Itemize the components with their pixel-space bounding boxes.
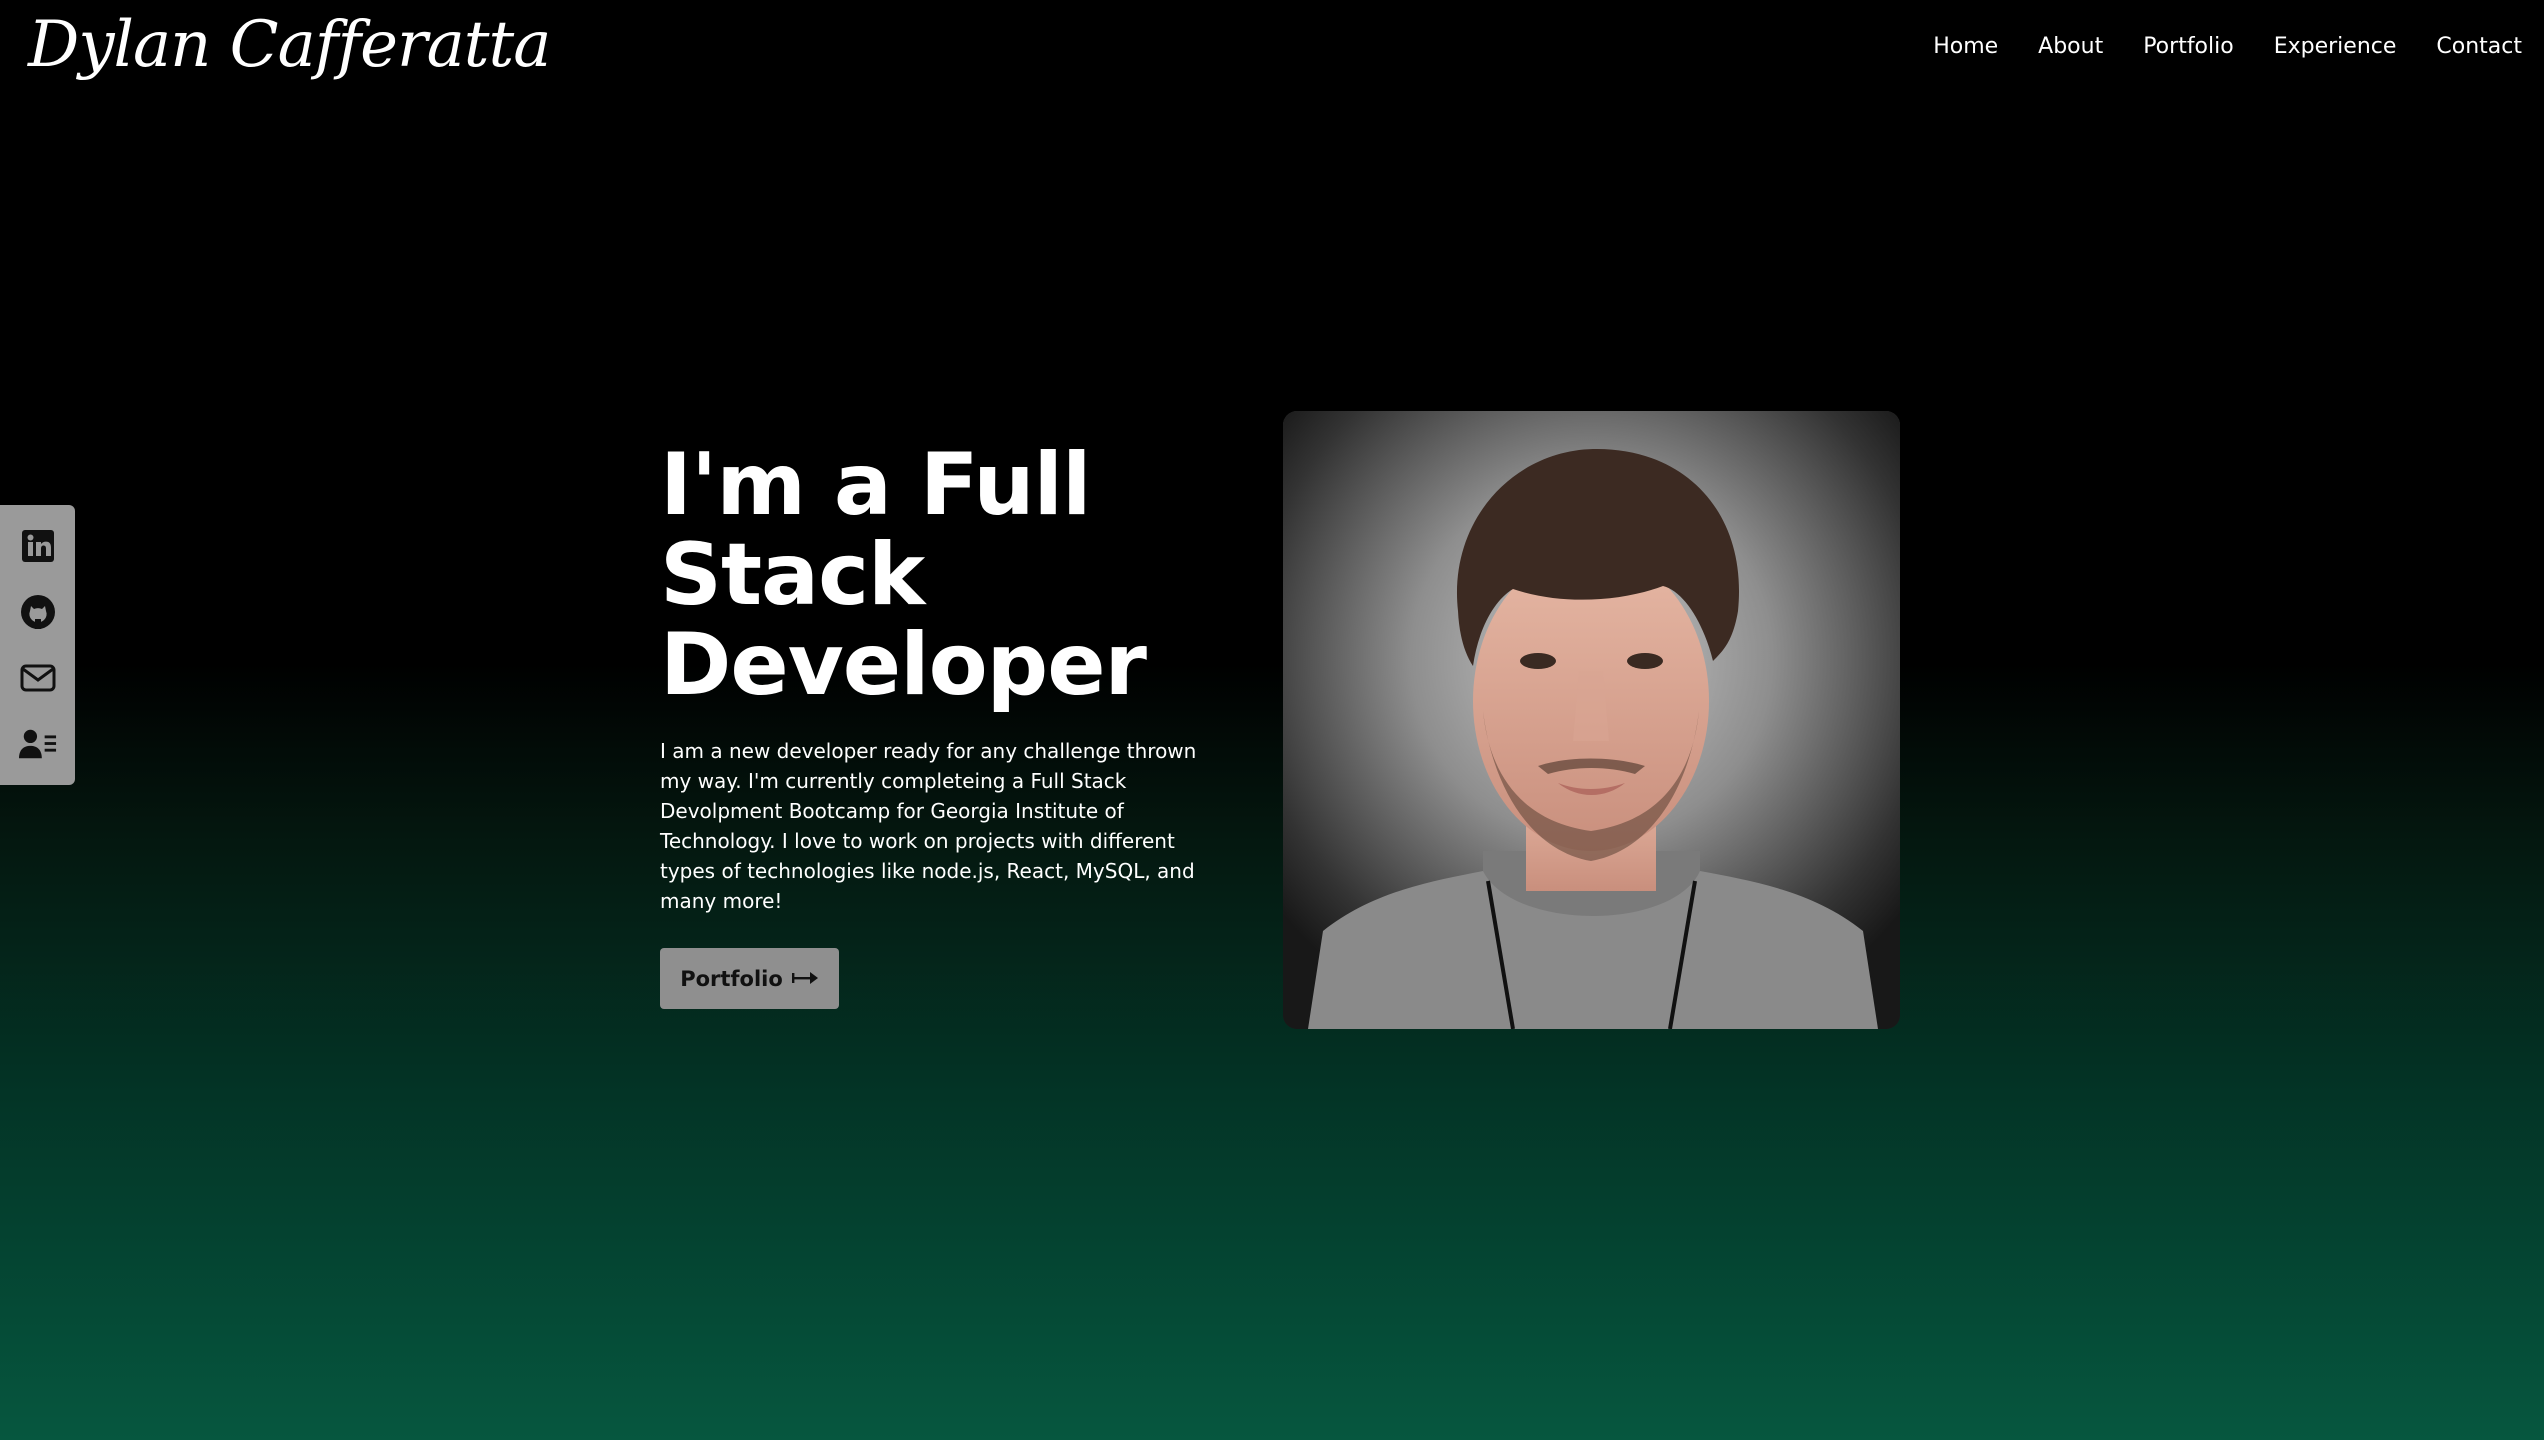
resume-icon[interactable] [18,725,57,763]
mail-icon[interactable] [19,659,57,697]
portfolio-button[interactable]: Portfolio [660,948,839,1009]
site-logo[interactable]: Dylan Cafferatta [28,8,551,82]
social-sidebar [0,505,75,785]
linkedin-icon[interactable] [19,527,57,565]
hero-description: I am a new developer ready for any chall… [660,739,1197,913]
hero-section: I'm a Full Stack Developer I am a new de… [660,440,1230,1009]
portfolio-button-label: Portfolio [680,966,783,991]
main-nav: Home About Portfolio Experience Contact [1933,34,2522,59]
portrait-image [1283,411,1900,1029]
long-arrow-right-icon [791,967,819,991]
hero-heading: I'm a Full Stack Developer [660,435,1147,715]
nav-portfolio-link[interactable]: Portfolio [2143,34,2234,59]
nav-about-link[interactable]: About [2038,34,2103,59]
github-icon[interactable] [19,593,57,631]
nav-experience-link[interactable]: Experience [2274,34,2397,59]
nav-contact-link[interactable]: Contact [2436,34,2522,59]
nav-home-link[interactable]: Home [1933,34,1998,59]
